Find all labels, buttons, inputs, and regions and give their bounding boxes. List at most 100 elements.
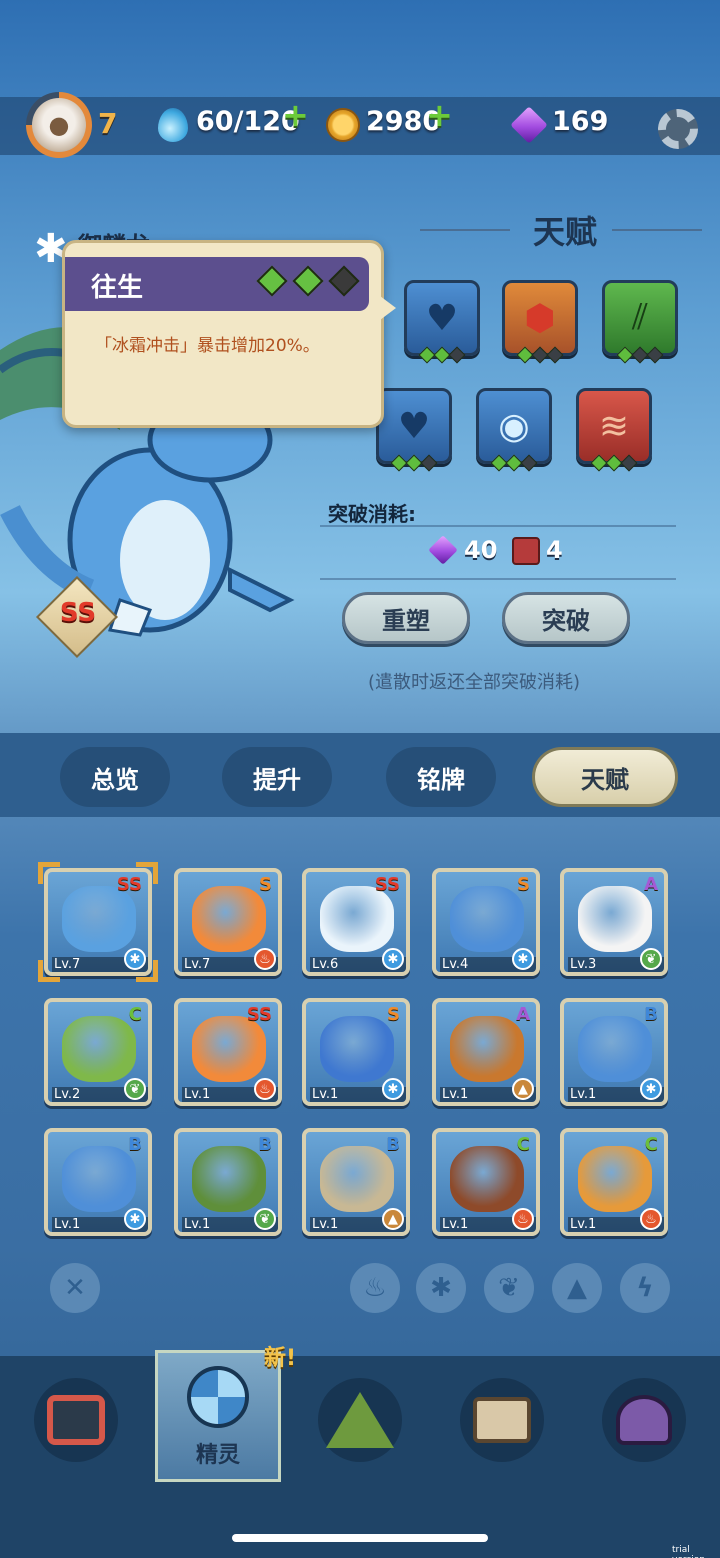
monster-rank: B [128,1134,142,1155]
fangs-icon: ≋ [598,405,630,447]
monster-card[interactable]: B Lv.1 ✱ [560,998,668,1106]
fire-element-icon: ♨ [640,1208,662,1230]
trial-watermark: trial version [672,1545,705,1558]
title-ornament-right [612,229,702,231]
monster-portrait [578,1146,652,1212]
tooltip-title: 往生 [91,273,144,303]
monster-portrait [62,886,136,952]
monster-rank: C [516,1134,530,1155]
ice-icon[interactable]: ✱ [416,1263,466,1313]
monster-card[interactable]: S Lv.4 ✱ [432,868,540,976]
monster-card[interactable]: B Lv.1 ▲ [302,1128,410,1236]
lightning-icon[interactable]: ϟ [620,1263,670,1313]
monster-rank: B [386,1134,400,1155]
nav-mountain-icon[interactable] [318,1378,402,1462]
fire-element-icon: ♨ [254,948,276,970]
hexagon-shield-icon: ⬢ [524,297,556,339]
earth-icon[interactable]: ▲ [552,1263,602,1313]
monster-card[interactable]: C Lv.1 ♨ [432,1128,540,1236]
selection-corner [38,960,60,982]
ice-element-icon: ✱ [382,948,404,970]
talent-slot-claw[interactable]: ⫽ [602,280,678,364]
tooltip-level-diamonds [256,265,360,297]
monster-card[interactable]: S Lv.1 ✱ [302,998,410,1106]
broken-heart-icon: ♥ [397,405,431,447]
talent-level-pips [418,346,466,364]
tab-talent[interactable]: 天赋 [532,747,678,807]
tab-upgrade[interactable]: 提升 [222,747,332,807]
talent-slot-heart-split-2[interactable]: ♥ [376,388,452,472]
monster-portrait [192,1146,266,1212]
stamina-drop-icon [158,108,188,142]
ice-element-icon: ✱ [382,1078,404,1100]
monster-card[interactable]: C Lv.2 ❦ [44,998,152,1106]
monster-card[interactable]: B Lv.1 ❦ [174,1128,282,1236]
divider [320,525,676,527]
clear-filter-icon[interactable]: ✕ [50,1263,100,1313]
selection-corner [136,862,158,884]
level-diamond-filled-icon [256,265,288,297]
tab-nameplate[interactable]: 铭牌 [386,747,496,807]
monster-portrait [62,1016,136,1082]
monster-rank: B [644,1004,658,1025]
monster-rank: B [258,1134,272,1155]
gem-cost-value: 40 [464,536,498,564]
nav-map-pin-icon[interactable] [602,1378,686,1462]
home-indicator[interactable] [232,1534,488,1542]
leaf-icon[interactable]: ❦ [484,1263,534,1313]
monster-portrait [62,1146,136,1212]
fire-element-icon: ♨ [512,1208,534,1230]
ice-element-icon: ✱ [512,948,534,970]
refund-note: (遣散时返还全部突破消耗) [368,672,581,693]
monster-portrait [320,886,394,952]
monster-card[interactable]: B Lv.1 ✱ [44,1128,152,1236]
talent-slot-eye[interactable]: ◉ [476,388,552,472]
breakthrough-item-icon [512,537,540,565]
tooltip-header: 往生 [65,257,369,311]
leaf-element-icon: ❦ [254,1208,276,1230]
monster-card[interactable]: S Lv.7 ♨ [174,868,282,976]
ice-element-icon: ✱ [640,1078,662,1100]
tab-overview[interactable]: 总览 [60,747,170,807]
talent-slot-fangs[interactable]: ≋ [576,388,652,472]
monster-rank: C [128,1004,142,1025]
monster-portrait [320,1016,394,1082]
broken-heart-icon: ♥ [425,297,459,339]
spiral-aperture-icon [176,1360,260,1434]
breakthrough-cost-label: 突破消耗: [328,502,416,526]
earth-element-icon: ▲ [382,1208,404,1230]
talent-tooltip: 往生 「冰霜冲击」暴击增加20%。 [62,240,384,428]
monster-portrait [578,886,652,952]
monster-portrait [192,886,266,952]
selection-corner [136,960,158,982]
gem-value: 169 [552,106,609,137]
settings-gear-icon[interactable] [658,109,698,149]
breakthrough-button[interactable]: 突破 [502,592,630,644]
monster-card[interactable]: SS Lv.6 ✱ [302,868,410,976]
level-diamond-empty-icon [328,265,360,297]
monster-rank: A [644,874,658,895]
player-avatar[interactable]: ● [26,92,92,158]
add-coins-button[interactable]: + [426,96,453,134]
monster-rank: C [644,1134,658,1155]
talent-level-pips [590,454,638,472]
monster-card[interactable]: A Lv.3 ❦ [560,868,668,976]
monster-portrait [450,1016,524,1082]
talent-level-pips [490,454,538,472]
fire-element-icon: ♨ [254,1078,276,1100]
monster-portrait [450,886,524,952]
nav-chest-icon[interactable] [460,1378,544,1462]
avatar-face-icon: ● [32,98,86,152]
nav-device-icon[interactable] [34,1378,118,1462]
reshape-button[interactable]: 重塑 [342,592,470,644]
monster-card[interactable]: A Lv.1 ▲ [432,998,540,1106]
item-cost-value: 4 [546,536,563,564]
talent-slot-heart-split[interactable]: ♥ [404,280,480,364]
monster-card[interactable]: C Lv.1 ♨ [560,1128,668,1236]
monster-card[interactable]: SS Lv.1 ♨ [174,998,282,1106]
add-stamina-button[interactable]: + [282,96,309,134]
fire-icon[interactable]: ♨ [350,1263,400,1313]
tooltip-pointer [380,296,396,320]
talent-slot-hexagon[interactable]: ⬢ [502,280,578,364]
talent-level-pips [390,454,438,472]
